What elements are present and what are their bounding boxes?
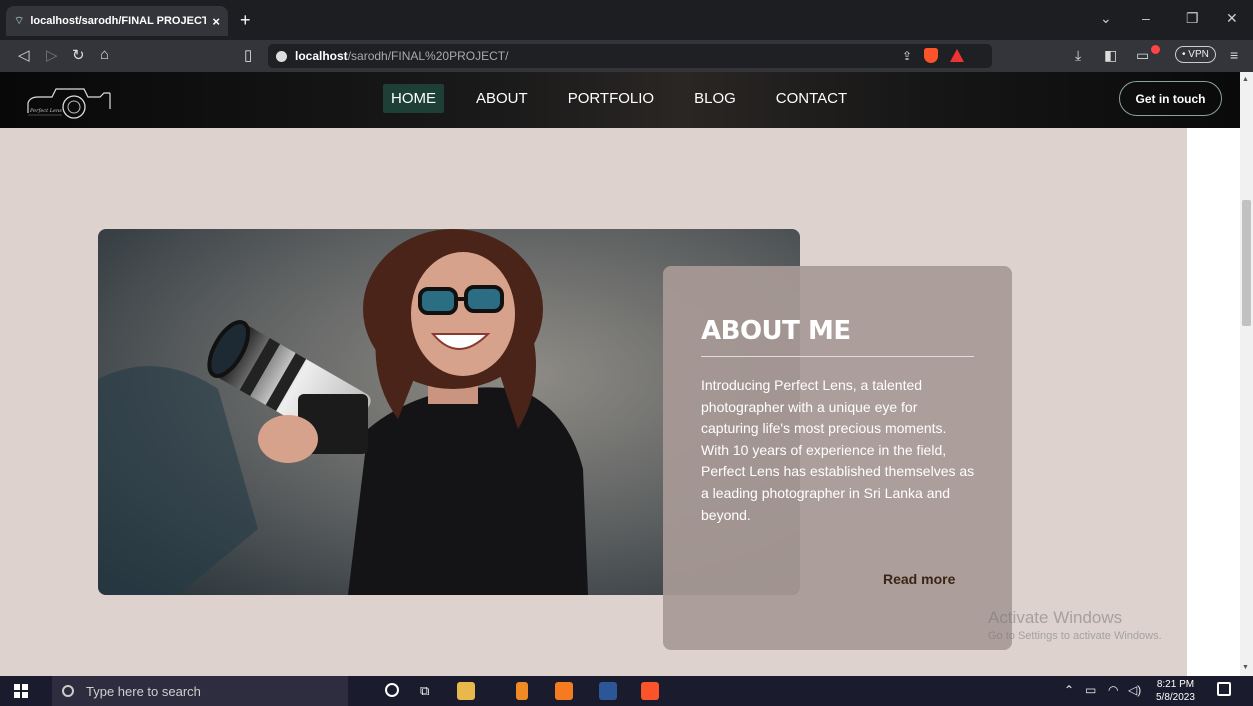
browser-tab-bar: ⌔ localhost/sarodh/FINAL PROJECT × + ⌄ –… bbox=[0, 0, 1253, 40]
site-header: Perfect Lens HOME ABOUT PORTFOLIO BLOG C… bbox=[0, 72, 1240, 128]
restore-icon[interactable]: ❐ bbox=[1186, 10, 1199, 27]
forward-icon[interactable]: ▷ bbox=[46, 46, 58, 64]
bookmark-icon[interactable]: ▯ bbox=[244, 46, 252, 64]
menu-icon[interactable]: ≡ bbox=[1230, 47, 1238, 63]
search-placeholder: Type here to search bbox=[86, 683, 201, 699]
wallet-icon[interactable]: ▭ bbox=[1136, 47, 1149, 64]
nav-home[interactable]: HOME bbox=[383, 84, 444, 113]
tab-search-icon[interactable]: ⌄ bbox=[1100, 10, 1112, 27]
wifi-icon[interactable]: ◠ bbox=[1108, 683, 1118, 697]
brave-browser-icon[interactable] bbox=[641, 682, 659, 700]
page-viewport: Perfect Lens HOME ABOUT PORTFOLIO BLOG C… bbox=[0, 72, 1240, 676]
perfect-lens-logo[interactable]: Perfect Lens bbox=[22, 79, 114, 121]
browser-tab[interactable]: ⌔ localhost/sarodh/FINAL PROJECT × bbox=[6, 6, 228, 36]
read-more-link[interactable]: Read more bbox=[883, 571, 955, 587]
word-icon[interactable] bbox=[599, 682, 617, 700]
nav-contact[interactable]: CONTACT bbox=[768, 84, 855, 113]
title-divider bbox=[701, 356, 974, 357]
page-scrollbar[interactable]: ▲ ▼ bbox=[1240, 72, 1253, 676]
nav-portfolio[interactable]: PORTFOLIO bbox=[560, 84, 662, 113]
task-view-icon[interactable]: ⧉ bbox=[420, 683, 429, 699]
tab-close-button[interactable]: × bbox=[212, 14, 220, 29]
file-explorer-icon[interactable] bbox=[457, 682, 475, 700]
sidebar-icon[interactable]: ◧ bbox=[1104, 47, 1117, 64]
action-center-icon[interactable] bbox=[1217, 682, 1231, 696]
search-icon bbox=[62, 685, 74, 697]
new-tab-button[interactable]: + bbox=[240, 10, 251, 31]
xampp-icon[interactable] bbox=[555, 682, 573, 700]
minimize-icon[interactable]: – bbox=[1142, 10, 1150, 26]
url-path: /sarodh/FINAL%20PROJECT/ bbox=[347, 49, 509, 63]
about-title: ABOUT ME bbox=[701, 316, 851, 346]
main-nav: HOME ABOUT PORTFOLIO BLOG CONTACT bbox=[383, 84, 879, 113]
scroll-thumb[interactable] bbox=[1242, 200, 1251, 326]
activate-windows-title: Activate Windows bbox=[988, 608, 1123, 627]
scroll-up-arrow-icon[interactable]: ▲ bbox=[1242, 76, 1249, 83]
page-right-gutter bbox=[1187, 128, 1240, 676]
home-icon[interactable]: ⌂ bbox=[100, 46, 109, 63]
nav-blog[interactable]: BLOG bbox=[686, 84, 744, 113]
start-button-icon[interactable] bbox=[14, 684, 28, 698]
brave-rewards-icon[interactable] bbox=[950, 49, 965, 62]
vpn-button[interactable]: • VPN bbox=[1175, 46, 1216, 63]
tab-title: localhost/sarodh/FINAL PROJECT bbox=[30, 15, 207, 27]
close-window-icon[interactable]: ✕ bbox=[1226, 10, 1238, 27]
svg-text:Perfect Lens: Perfect Lens bbox=[29, 108, 62, 114]
windows-taskbar: Type here to search ⧉ ⌃ ▭ ◠ ◁) 8:21 PM 5… bbox=[0, 676, 1253, 706]
brave-shield-icon[interactable] bbox=[924, 48, 939, 63]
network-icon[interactable]: ▭ bbox=[1085, 683, 1096, 697]
site-info-icon[interactable] bbox=[276, 50, 287, 62]
notification-dot bbox=[1151, 45, 1160, 54]
cortana-icon[interactable] bbox=[385, 683, 399, 697]
volume-icon[interactable]: ◁) bbox=[1128, 683, 1141, 697]
address-bar[interactable]: localhost /sarodh/FINAL%20PROJECT/ bbox=[268, 44, 992, 68]
activate-windows-subtitle: Go to Settings to activate Windows. bbox=[988, 630, 1162, 642]
url-host: localhost bbox=[295, 49, 348, 63]
clock-date: 5/8/2023 bbox=[1156, 692, 1195, 703]
about-text: Introducing Perfect Lens, a talented pho… bbox=[701, 377, 975, 523]
scroll-down-arrow-icon[interactable]: ▼ bbox=[1242, 664, 1249, 671]
reload-icon[interactable]: ↻ bbox=[72, 46, 85, 64]
share-icon[interactable]: ⇪ bbox=[902, 49, 912, 63]
download-icon[interactable]: ⤓ bbox=[1075, 47, 1081, 64]
browser-toolbar: ◁ ▷ ↻ ⌂ ▯ localhost /sarodh/FINAL%20PROJ… bbox=[0, 40, 1253, 72]
get-in-touch-button[interactable]: Get in touch bbox=[1119, 81, 1222, 116]
sublime-text-icon[interactable] bbox=[516, 682, 528, 700]
back-icon[interactable]: ◁ bbox=[18, 46, 30, 64]
about-card: ABOUT ME Introducing Perfect Lens, a tal… bbox=[663, 266, 1012, 650]
globe-icon: ⌔ bbox=[14, 15, 25, 27]
taskbar-search[interactable]: Type here to search bbox=[52, 676, 348, 706]
tray-chevron-icon[interactable]: ⌃ bbox=[1064, 683, 1074, 697]
nav-about[interactable]: ABOUT bbox=[468, 84, 536, 113]
system-clock[interactable]: 8:21 PM 5/8/2023 bbox=[1156, 678, 1195, 704]
clock-time: 8:21 PM bbox=[1156, 679, 1195, 690]
